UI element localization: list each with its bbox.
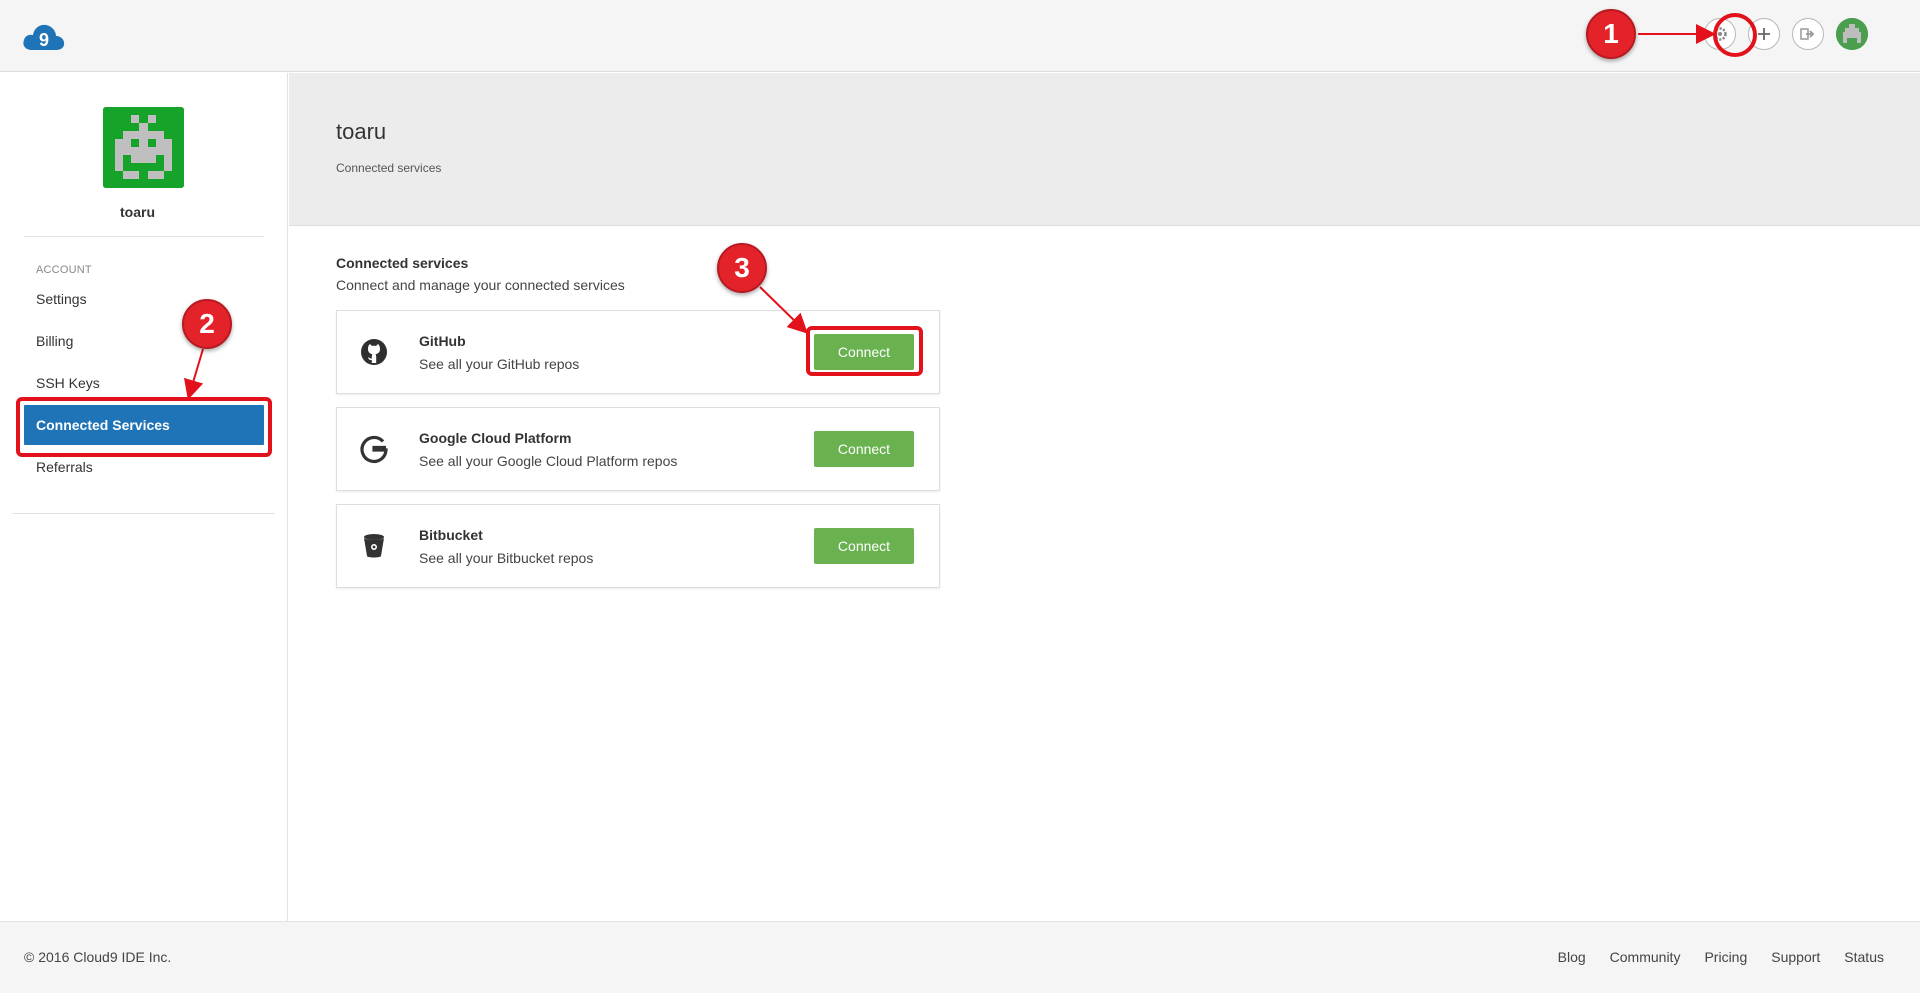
annotation-marker-1: 1 [1586, 9, 1636, 59]
profile-username: toaru [120, 204, 155, 220]
page-subtitle: Connected services [336, 161, 442, 175]
service-description: See all your Bitbucket repos [419, 550, 594, 566]
service-card-bitbucket: Bitbucket See all your Bitbucket repos C… [336, 504, 940, 588]
footer-link-support[interactable]: Support [1771, 949, 1820, 965]
sidebar-item-referrals[interactable]: Referrals [24, 447, 264, 487]
section-heading: Connected services [336, 255, 469, 271]
service-description: See all your Google Cloud Platform repos [419, 453, 678, 469]
service-name: GitHub [419, 333, 466, 349]
service-card-google-cloud: Google Cloud Platform See all your Googl… [336, 407, 940, 491]
github-icon [359, 337, 389, 367]
footer-link-pricing[interactable]: Pricing [1704, 949, 1747, 965]
service-name: Bitbucket [419, 527, 483, 543]
copyright-text: © 2016 Cloud9 IDE Inc. [24, 949, 172, 965]
cloud9-logo-icon[interactable]: 9 [22, 22, 66, 52]
page-header: toaru Connected services [289, 73, 1920, 226]
footer-link-status[interactable]: Status [1844, 949, 1884, 965]
logout-icon[interactable] [1792, 18, 1824, 50]
account-sidebar: toaru ACCOUNT Settings Billing SSH Keys … [0, 73, 288, 921]
sidebar-item-connected-services[interactable]: Connected Services [24, 405, 264, 445]
top-actions [1704, 18, 1884, 54]
add-icon[interactable] [1748, 18, 1780, 50]
svg-text:9: 9 [39, 30, 49, 50]
service-card-github: GitHub See all your GitHub repos Connect [336, 310, 940, 394]
divider [12, 513, 275, 514]
footer-links: Blog Community Pricing Support Status [1558, 949, 1884, 965]
annotation-marker-2: 2 [182, 299, 232, 349]
settings-gear-icon[interactable] [1704, 18, 1736, 50]
sidebar-item-ssh-keys[interactable]: SSH Keys [24, 363, 264, 403]
sidebar-section-title: ACCOUNT [36, 264, 92, 276]
bitbucket-icon [359, 531, 389, 561]
section-description: Connect and manage your connected servic… [336, 277, 625, 293]
footer-link-blog[interactable]: Blog [1558, 949, 1586, 965]
connect-github-button[interactable]: Connect [814, 334, 914, 370]
connect-google-cloud-button[interactable]: Connect [814, 431, 914, 467]
divider [24, 236, 264, 237]
page-footer: © 2016 Cloud9 IDE Inc. Blog Community Pr… [0, 921, 1920, 993]
annotation-marker-3: 3 [717, 243, 767, 293]
connect-bitbucket-button[interactable]: Connect [814, 528, 914, 564]
service-name: Google Cloud Platform [419, 430, 572, 446]
footer-link-community[interactable]: Community [1610, 949, 1681, 965]
service-description: See all your GitHub repos [419, 356, 580, 372]
page-title: toaru [336, 119, 387, 144]
profile-avatar [103, 107, 184, 188]
user-avatar-icon[interactable] [1836, 18, 1868, 50]
google-icon [359, 434, 389, 464]
